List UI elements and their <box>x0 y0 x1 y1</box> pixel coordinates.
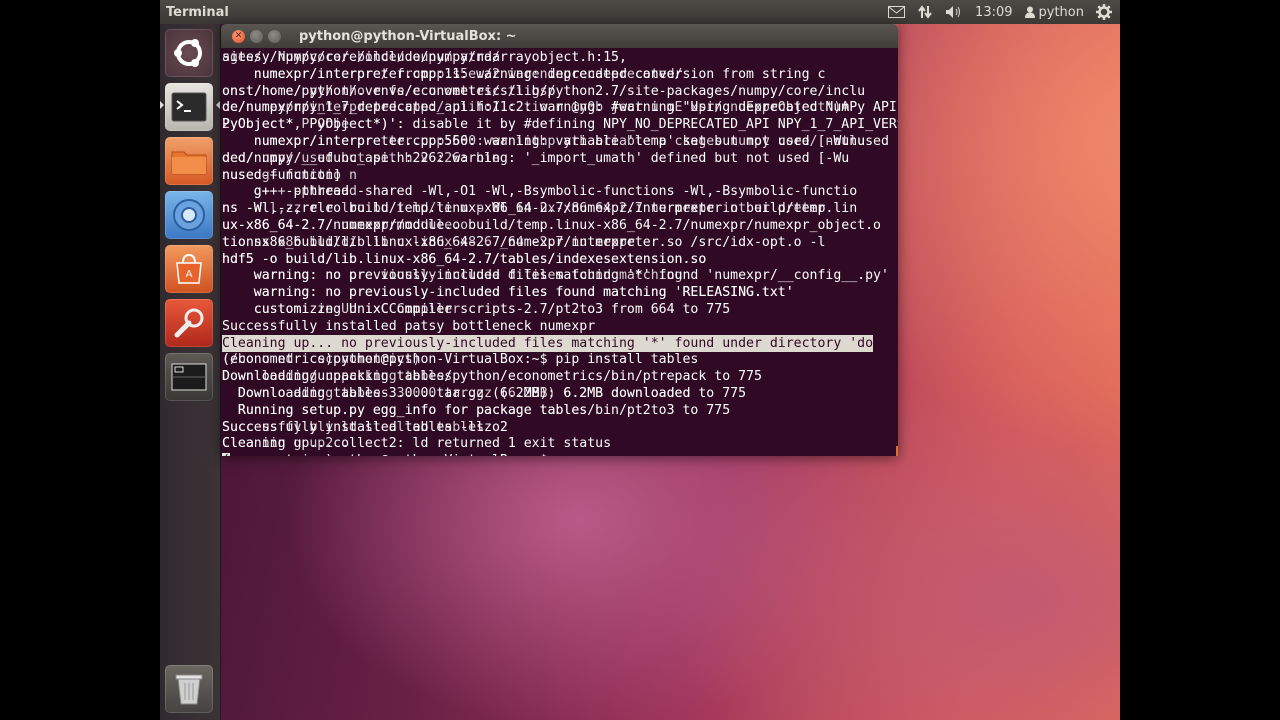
terminal-overdraw: ux-x86_64-2.7/ numexpr/module.o <box>222 218 469 233</box>
terminal-overdraw: Running setup.py egg_info for package ta… <box>222 402 588 418</box>
volume-icon[interactable] <box>945 5 963 19</box>
terminal-titlebar[interactable]: ✕ python@python-VirtualBox: ~ <box>221 24 898 48</box>
terminal-overdraw: Downlo ading tables 3.0.0 tar.gz (6.2MB)… <box>222 386 691 401</box>
terminal-overdraw: de/numexpr/interpreted.cpp:/ ulifo/ c ti… <box>222 100 850 116</box>
chromium-icon <box>173 199 205 231</box>
terminal-icon <box>171 92 207 122</box>
terminal-line: Cleaning up... no previously-included fi… <box>222 334 898 352</box>
terminal-overdraw: warning: no pre viously include d files … <box>222 268 683 284</box>
chromium-launcher[interactable] <box>165 191 213 239</box>
terminal-overdraw: ded/ npy/ used but set h v 226: ble <box>222 150 500 166</box>
trash-icon <box>175 674 203 705</box>
terminal-overdraw: g+ + -pthread <box>222 184 357 200</box>
active-app-title: Terminal <box>166 4 229 20</box>
terminal-overdraw: onst/ho e/ py/ tho r fe/c u wettes/ ti g… <box>222 83 556 99</box>
terminal-overdraw: 2yObject* P Obje ct*)': <box>222 117 405 133</box>
launcher: A <box>160 24 221 720</box>
terminal-overdraw: Down loading unpacking tables <box>222 369 453 385</box>
trash-launcher[interactable] <box>165 665 213 713</box>
terminal-overdraw: ages/ Npy/core/ bolde/ oupy/ atra/ <box>222 50 500 65</box>
svg-text:A: A <box>186 269 193 280</box>
terminal-overdraw: hdf5 -o build/lib.linux-x86_64-2.7/table… <box>222 251 707 267</box>
gear-icon[interactable] <box>1096 4 1112 20</box>
terminal-overdraw: nusedg+ functio n <box>222 167 357 183</box>
terminal-overdraw: Succ us fy bly ld st alled tables <box>222 419 485 435</box>
window-title: python@python-VirtualBox: ~ <box>299 28 517 44</box>
mail-icon[interactable] <box>888 6 906 18</box>
clock[interactable]: 13:09 <box>975 5 1012 20</box>
minimize-button[interactable] <box>250 29 263 43</box>
files-launcher[interactable] <box>165 137 213 185</box>
user-menu[interactable]: python <box>1024 4 1084 20</box>
terminal-launcher[interactable] <box>165 83 213 131</box>
ubuntu-logo-icon <box>174 39 202 67</box>
shopping-bag-icon: A <box>176 253 202 284</box>
terminal-window[interactable]: ✕ python@python-VirtualBox: ~ sitesy/num… <box>221 24 898 456</box>
terminal-line: Successfully installed patsy bottleneck … <box>222 318 596 334</box>
terminal-line: (econometrics)python@python-VirtualBox:~… <box>222 452 898 456</box>
terminal-overdraw: (/bo u nd econometrics) <box>222 352 421 368</box>
wrench-icon <box>174 308 204 338</box>
scroll-edge <box>896 446 898 456</box>
terminal-overdraw: warning: no previously-included files fo… <box>222 285 794 301</box>
workspace-switcher-launcher[interactable] <box>165 353 213 401</box>
focus-indicator <box>216 101 220 109</box>
maximize-button[interactable] <box>268 29 281 43</box>
terminal-overdraw: Clea nin g up2 . <box>222 436 350 452</box>
network-icon[interactable] <box>917 4 933 20</box>
indicator-area: 13:09 python <box>888 4 1112 20</box>
user-icon <box>1024 6 1035 18</box>
workspace-icon <box>171 363 207 391</box>
terminal-overdraw: numexpr/interpre/ frompp:s5e:/2 warening… <box>222 66 683 82</box>
terminal-overdraw: customi ze Un ixC Compiler <box>222 302 461 317</box>
cursor: ( <box>222 453 230 456</box>
system-settings-launcher[interactable] <box>165 299 213 347</box>
top-panel: Terminal 13:09 python <box>160 0 1120 24</box>
desktop: Terminal 13:09 python A ✕ python@python-… <box>160 0 1120 720</box>
dash-home-button[interactable] <box>165 29 213 77</box>
terminal-overdraw: tio ns x86 build/ lib c linux x8 6 _64 -… <box>222 234 635 250</box>
software-center-launcher[interactable]: A <box>165 245 213 293</box>
selected-text[interactable]: Cleaning up... no previously-included fi… <box>222 334 874 352</box>
terminal-output[interactable]: sitesy/numpy/core/include/numpy/ndarrayo… <box>221 48 898 456</box>
running-indicator <box>160 101 164 109</box>
user-name: python <box>1038 4 1084 20</box>
folder-icon <box>171 151 207 175</box>
terminal-overdraw: numexpr/interpre ter.cpp:560: wa lithp y… <box>222 134 866 149</box>
close-button[interactable]: ✕ <box>232 29 245 43</box>
terminal-overdraw: ns -W l,-z r e lro bu i ld/te m p Wl in … <box>222 201 826 217</box>
